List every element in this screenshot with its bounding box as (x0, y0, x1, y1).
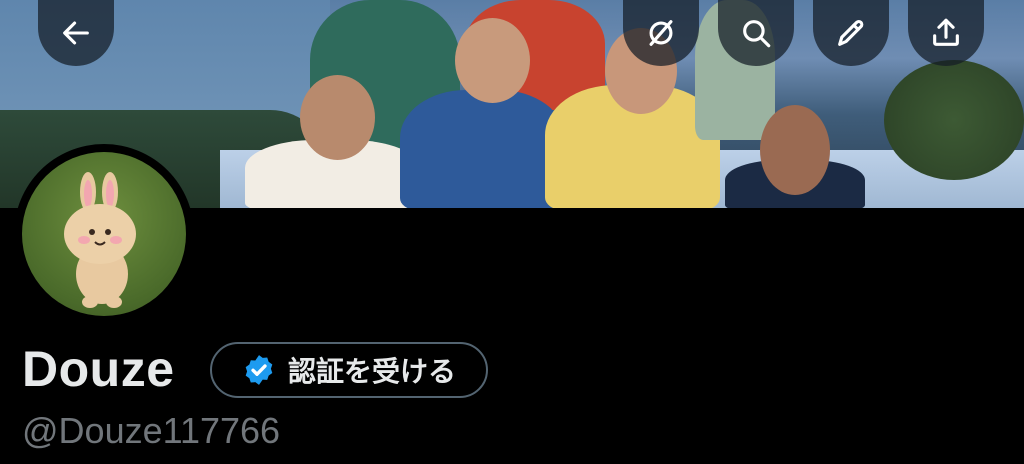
pencil-icon (838, 19, 864, 46)
verified-badge-icon (245, 355, 273, 385)
get-verified-label: 認証を受ける (287, 356, 456, 387)
avatar[interactable] (14, 144, 194, 324)
upload-icon (933, 18, 959, 46)
banner-head (760, 105, 830, 195)
banner-tree (884, 60, 1024, 180)
banner-head (455, 18, 530, 103)
banner-head (300, 75, 375, 160)
arrow-left-icon (63, 21, 89, 45)
bunny-mascot-image (64, 172, 136, 308)
get-verified-button[interactable]: 認証を受ける (210, 342, 488, 398)
circle-slash-icon (649, 20, 673, 46)
profile-name: Douze (22, 341, 175, 397)
profile-handle: @Douze117766 (22, 410, 281, 451)
avatar-image (22, 152, 186, 316)
search-icon (743, 20, 771, 48)
banner-person (400, 90, 565, 208)
